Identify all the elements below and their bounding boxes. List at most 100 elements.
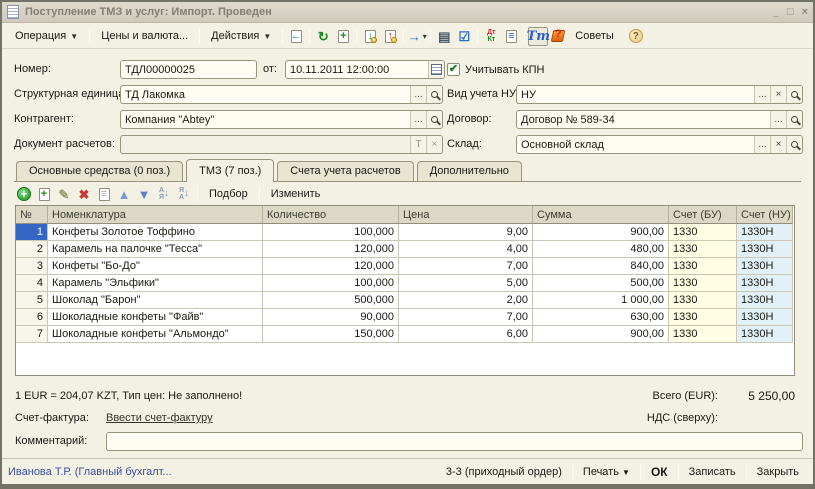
table-cell[interactable]: 2,00 <box>399 292 533 309</box>
tips-label[interactable]: Советы <box>572 26 621 46</box>
select-button[interactable]: ... <box>770 111 786 128</box>
table-cell[interactable]: 1330Н <box>737 292 793 309</box>
table-cell[interactable]: 4 <box>16 275 48 292</box>
goto-icon[interactable]: →▾ <box>407 27 427 46</box>
column-header[interactable]: Количество <box>263 206 399 224</box>
write-button[interactable]: Записать <box>681 463 744 481</box>
table-cell[interactable]: 7,00 <box>399 258 533 275</box>
table-cell[interactable]: 900,00 <box>533 326 669 343</box>
select-button[interactable]: ... <box>754 86 770 103</box>
tab-settlement-accounts[interactable]: Счета учета расчетов <box>277 161 413 181</box>
print-button[interactable]: Печать ▼ <box>575 463 638 481</box>
text-button[interactable]: T <box>410 136 426 153</box>
table-cell[interactable]: 150,000 <box>263 326 399 343</box>
table-row[interactable]: 3Конфеты "Бо-До"120,0007,00840,001330133… <box>16 258 794 275</box>
unpost-document-icon[interactable]: ↑ <box>380 27 400 46</box>
end-edit-icon[interactable]: ≡ <box>94 185 114 204</box>
comment-input[interactable] <box>107 433 802 450</box>
table-cell[interactable]: 1330Н <box>737 275 793 292</box>
pick-button[interactable]: Подбор <box>201 186 256 202</box>
table-cell[interactable]: 900,00 <box>533 224 669 241</box>
table-cell[interactable]: 7,00 <box>399 309 533 326</box>
search-button[interactable] <box>426 86 442 103</box>
dtkt-icon[interactable]: ДтКт <box>481 27 501 46</box>
tab-additional[interactable]: Дополнительно <box>417 161 522 181</box>
prices-currency-button[interactable]: Цены и валюта... <box>93 26 196 46</box>
enter-invoice-link[interactable]: Ввести счет-фактуру <box>106 412 213 424</box>
table-cell[interactable]: 840,00 <box>533 258 669 275</box>
help-icon[interactable]: ? <box>626 27 646 46</box>
table-cell[interactable]: 1 000,00 <box>533 292 669 309</box>
table-cell[interactable]: 1330 <box>669 258 737 275</box>
ok-button[interactable]: ОК <box>643 462 676 482</box>
search-button[interactable] <box>786 136 802 153</box>
close-button[interactable]: Закрыть <box>749 463 807 481</box>
counterparty-input[interactable] <box>121 111 410 128</box>
table-cell[interactable]: 6,00 <box>399 326 533 343</box>
settlement-document-input[interactable] <box>121 136 410 153</box>
close-icon[interactable]: × <box>802 6 808 18</box>
copy-document-icon[interactable]: + <box>333 27 353 46</box>
table-cell[interactable]: Шоколадные конфеты "Альмондо" <box>48 326 263 343</box>
table-cell[interactable]: 120,000 <box>263 241 399 258</box>
table-row[interactable]: 5Шоколад "Барон"500,0002,001 000,0013301… <box>16 292 794 309</box>
search-button[interactable] <box>426 111 442 128</box>
move-down-icon[interactable]: ▼ <box>134 185 154 204</box>
table-cell[interactable]: 120,000 <box>263 258 399 275</box>
search-button[interactable] <box>786 111 802 128</box>
table-cell[interactable]: 1330Н <box>737 224 793 241</box>
column-header[interactable]: № <box>16 206 48 224</box>
accounting-type-input[interactable] <box>517 86 754 103</box>
add-row-icon[interactable]: + <box>14 185 34 204</box>
table-cell[interactable]: Карамель "Эльфики" <box>48 275 263 292</box>
sort-asc-icon[interactable]: АЯ↓ <box>154 185 174 204</box>
table-cell[interactable]: Конфеты "Бо-До" <box>48 258 263 275</box>
table-cell[interactable]: 1330Н <box>737 309 793 326</box>
kpn-checkbox[interactable]: ✔ Учитывать КПН <box>447 60 545 79</box>
tab-fixed-assets[interactable]: Основные средства (0 поз.) <box>16 161 183 181</box>
tips-icon[interactable]: ? <box>548 27 568 46</box>
table-cell[interactable]: 500,00 <box>533 275 669 292</box>
maximize-icon[interactable]: □ <box>787 6 794 18</box>
reread-document-icon[interactable]: ← <box>286 27 306 46</box>
search-button[interactable] <box>786 86 802 103</box>
table-cell[interactable]: 2 <box>16 241 48 258</box>
post-document-icon[interactable]: ↓ <box>360 27 380 46</box>
column-header[interactable]: Счет (БУ) <box>669 206 737 224</box>
table-row[interactable]: 6Шоколадные конфеты "Файв"90,0007,00630,… <box>16 309 794 326</box>
sort-desc-icon[interactable]: ЯА↓ <box>174 185 194 204</box>
table-cell[interactable]: 100,000 <box>263 275 399 292</box>
copy-row-icon[interactable]: + <box>34 185 54 204</box>
clear-button[interactable]: × <box>770 86 786 103</box>
table-cell[interactable]: 1330Н <box>737 241 793 258</box>
report-icon[interactable]: ≡ <box>501 27 521 46</box>
refresh-icon[interactable]: ↻ <box>313 27 333 46</box>
change-button[interactable]: Изменить <box>263 186 329 202</box>
table-cell[interactable]: 500,000 <box>263 292 399 309</box>
clear-button[interactable]: × <box>426 136 442 153</box>
table-cell[interactable]: 9,00 <box>399 224 533 241</box>
table-row[interactable]: 2Карамель на палочке "Тесса"120,0004,004… <box>16 241 794 258</box>
operation-menu-button[interactable]: Операция▼ <box>7 26 86 46</box>
table-cell[interactable]: Карамель на палочке "Тесса" <box>48 241 263 258</box>
table-row[interactable]: 1Конфеты Золотое Тоффино100,0009,00900,0… <box>16 224 794 241</box>
column-header[interactable]: Цена <box>399 206 533 224</box>
table-cell[interactable]: 630,00 <box>533 309 669 326</box>
table-cell[interactable]: Конфеты Золотое Тоффино <box>48 224 263 241</box>
table-cell[interactable]: 100,000 <box>263 224 399 241</box>
warehouse-input[interactable] <box>517 136 754 153</box>
items-table[interactable]: №НоменклатураКоличествоЦенаСуммаСчет (БУ… <box>15 205 795 376</box>
table-cell[interactable]: Шоколадные конфеты "Файв" <box>48 309 263 326</box>
table-cell[interactable]: 7 <box>16 326 48 343</box>
table-cell[interactable]: 1330 <box>669 292 737 309</box>
table-cell[interactable]: 1330 <box>669 326 737 343</box>
text-format-icon[interactable]: Тт <box>528 27 548 46</box>
set-status-icon[interactable]: ☑ <box>454 27 474 46</box>
structural-unit-input[interactable] <box>121 86 410 103</box>
table-cell[interactable]: 1330 <box>669 241 737 258</box>
table-cell[interactable]: 1330 <box>669 224 737 241</box>
table-cell[interactable]: 1330 <box>669 309 737 326</box>
table-cell[interactable]: 1 <box>16 224 48 241</box>
table-cell[interactable]: Шоколад "Барон" <box>48 292 263 309</box>
column-header[interactable]: Счет (НУ) <box>737 206 793 224</box>
